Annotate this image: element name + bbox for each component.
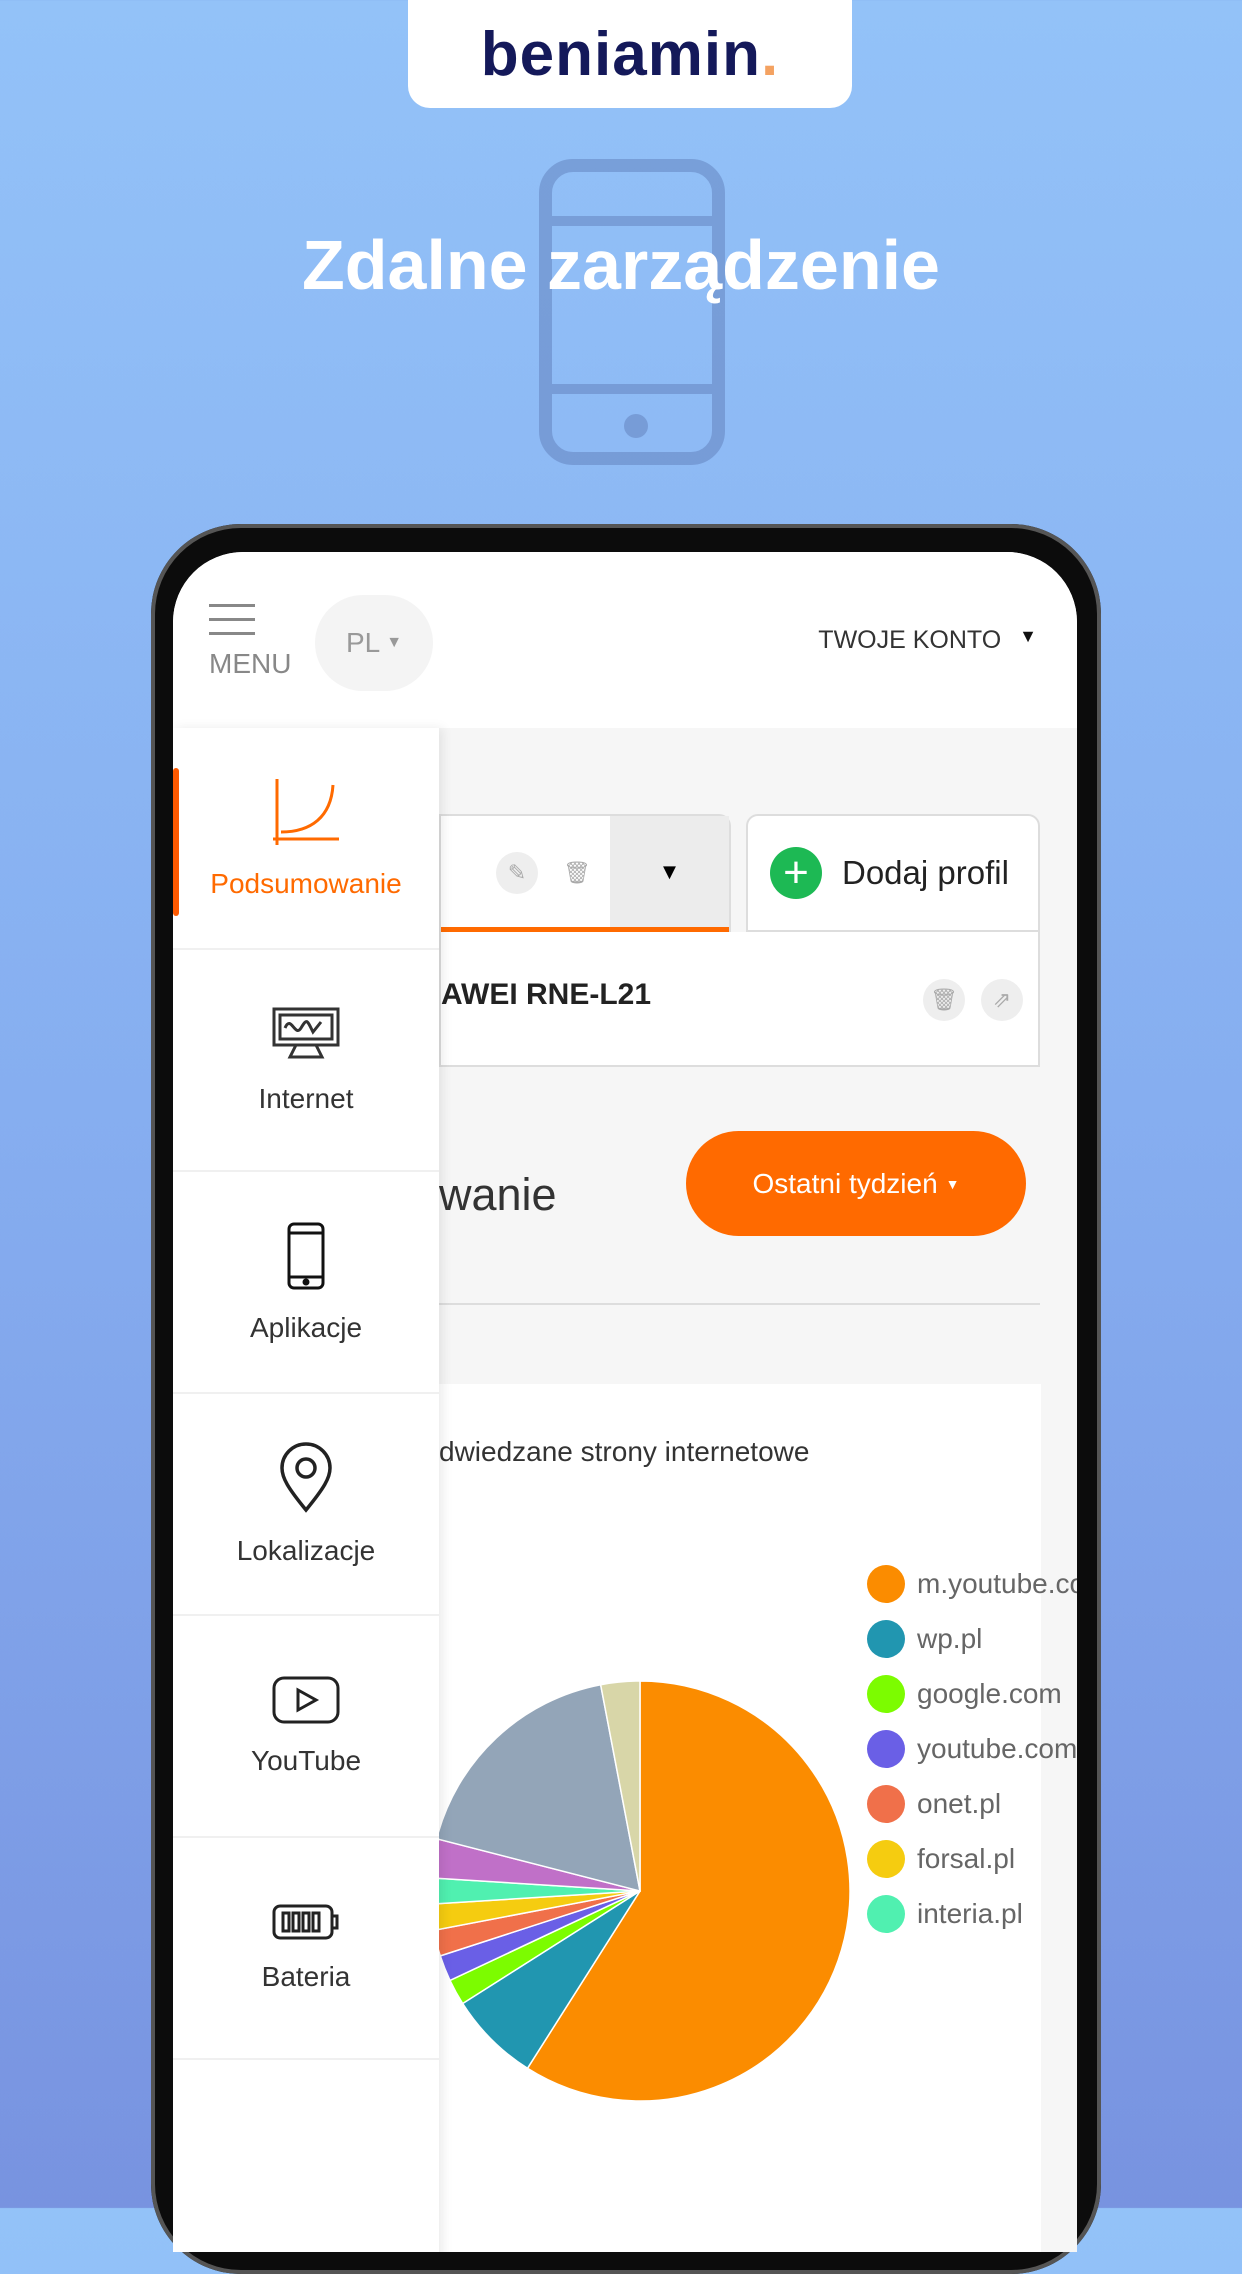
app-header: MENU PL ▼ TWOJE KONTO ▼ — [173, 552, 1077, 728]
language-selector[interactable]: PL ▼ — [315, 595, 433, 691]
legend-swatch — [867, 1564, 905, 1603]
trash-icon[interactable]: 🗑 — [923, 979, 965, 1021]
legend-label: wp.pl — [917, 1622, 983, 1654]
chart-legend: m.youtube.com wp.pl google.com youtube.com o… — [867, 1556, 1077, 1941]
chart-card: dwiedzane strony internetowe m.youtube.c… — [439, 1384, 1077, 2252]
hamburger-menu-icon[interactable] — [209, 604, 255, 646]
legend-swatch — [867, 1784, 905, 1823]
sidebar-item-aplikacje[interactable]: Aplikacje — [173, 1172, 439, 1394]
sidebar-item-youtube[interactable]: YouTube — [173, 1616, 439, 1838]
account-menu[interactable]: TWOJE KONTO ▼ — [818, 626, 1037, 655]
sidebar-item-internet[interactable]: Internet — [173, 950, 439, 1172]
device-card: AWEI RNE-L21 🗑 ⇗ — [439, 932, 1040, 1067]
sidebar: Podsumowanie Internet Aplikacje Lokalizacje… — [173, 728, 439, 2252]
battery-icon — [272, 1904, 340, 1947]
sidebar-item-label: Internet — [258, 1082, 354, 1114]
legend-label: m.youtube.com — [917, 1567, 1077, 1599]
monitor-icon — [271, 1006, 341, 1069]
sidebar-item-label: Lokalizacje — [236, 1534, 376, 1566]
legend-item[interactable]: wp.pl — [867, 1611, 1077, 1666]
map-pin-icon — [278, 1441, 334, 1521]
plus-icon: + — [770, 847, 822, 899]
share-icon[interactable]: ⇗ — [981, 979, 1023, 1021]
page-title: wanie — [439, 1169, 557, 1220]
legend-item[interactable]: google.com — [867, 1666, 1077, 1721]
device-name: AWEI RNE-L21 — [441, 978, 652, 1011]
legend-item[interactable]: onet.pl — [867, 1776, 1077, 1831]
sidebar-item-bateria[interactable]: Bateria — [173, 1838, 439, 2060]
sidebar-item-label: Aplikacje — [249, 1311, 363, 1343]
caret-down-icon: ▼ — [1019, 626, 1037, 646]
divider — [439, 1303, 1040, 1305]
legend-item[interactable]: forsal.pl — [867, 1831, 1077, 1886]
legend-label: forsal.pl — [917, 1842, 1016, 1874]
legend-label: google.com — [917, 1677, 1062, 1709]
add-profile-button[interactable]: + Dodaj profil — [746, 814, 1040, 932]
smartphone-icon — [286, 1221, 326, 1298]
legend-label: youtube.com — [917, 1732, 1077, 1764]
sidebar-item-label: YouTube — [250, 1744, 362, 1776]
legend-swatch — [867, 1674, 905, 1713]
legend-item[interactable]: youtube.com — [867, 1721, 1077, 1776]
caret-down-icon: ▼ — [945, 1175, 960, 1192]
edit-icon[interactable]: ✎ — [496, 852, 538, 894]
profile-dropdown-button[interactable]: ▼ — [610, 816, 729, 928]
brand-logo: beniamin. — [408, 0, 852, 108]
legend-item[interactable]: interia.pl — [867, 1886, 1077, 1941]
legend-swatch — [867, 1839, 905, 1878]
legend-label: interia.pl — [917, 1897, 1023, 1929]
legend-item[interactable]: m.youtube.com — [867, 1556, 1077, 1611]
legend-label: onet.pl — [917, 1787, 1002, 1819]
sidebar-item-lokalizacje[interactable]: Lokalizacje — [173, 1394, 439, 1616]
period-dropdown[interactable]: Ostatni tydzień ▼ — [686, 1131, 1026, 1236]
chart-curve-icon — [271, 777, 341, 854]
youtube-play-icon — [272, 1676, 340, 1731]
legend-swatch — [867, 1619, 905, 1658]
caret-down-icon: ▼ — [386, 634, 403, 651]
sidebar-item-label: Podsumowanie — [210, 867, 402, 899]
phone-outline-icon — [539, 159, 725, 465]
legend-swatch — [867, 1894, 905, 1933]
sidebar-item-label: Bateria — [261, 1960, 351, 1992]
sidebar-item-podsumowanie[interactable]: Podsumowanie — [173, 728, 439, 950]
menu-label[interactable]: MENU — [209, 648, 291, 680]
caret-down-icon: ▼ — [658, 859, 681, 884]
headline: Zdalne zarządzenie — [302, 226, 940, 304]
trash-icon[interactable]: 🗑 — [556, 852, 598, 894]
legend-swatch — [867, 1729, 905, 1768]
profile-tab[interactable]: ✎ 🗑 ▼ — [439, 814, 731, 932]
phone-screen: MENU PL ▼ TWOJE KONTO ▼ ✎ 🗑 ▼ + Dodaj profi… — [173, 552, 1077, 2252]
